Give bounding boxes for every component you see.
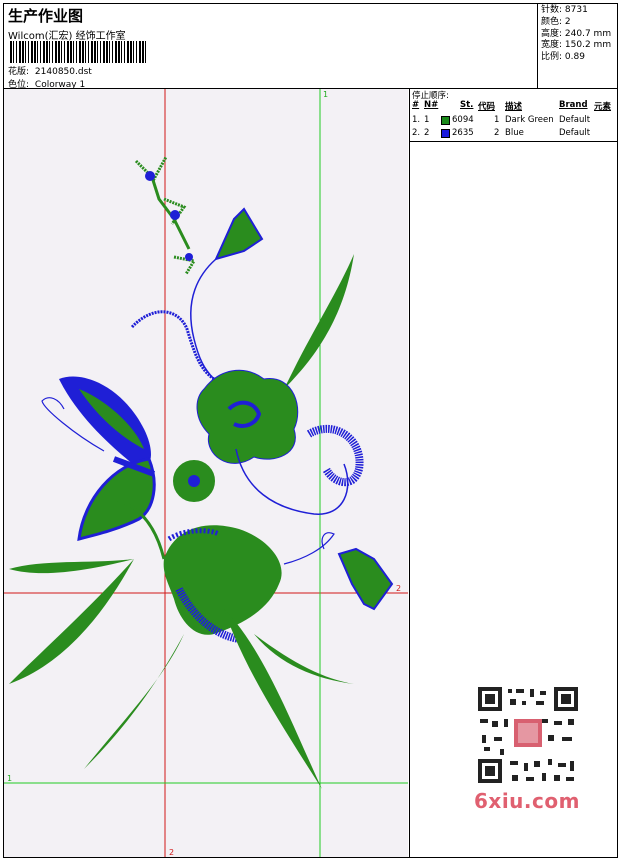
- col-header-num: #: [412, 100, 420, 110]
- stat-stitches: 针数: 8731: [541, 5, 588, 15]
- ribbon-line: [235, 448, 349, 515]
- stem: [190, 258, 217, 380]
- guide-label-h1: 1: [7, 774, 12, 783]
- col-header-brand: Brand: [559, 100, 588, 110]
- guide-label-v2: 2: [169, 848, 174, 857]
- col-header-desc: 描述: [505, 102, 523, 112]
- col-header-stitches: St.: [460, 100, 474, 110]
- leaf-left-lower: [9, 559, 134, 684]
- watermark: 6xiu.com: [474, 789, 580, 813]
- design-canvas[interactable]: 1 2 1 2: [4, 89, 408, 857]
- tulip-bottom: [337, 547, 394, 611]
- embroidery-preview: 1 2 1 2: [4, 89, 408, 857]
- color-swatch-green: [441, 116, 450, 125]
- leaf-bottom-left: [84, 634, 184, 769]
- header-panel: 生产作业图 Wilcom(汇宏) 经饰工作室 花版: 2140850.dst 色…: [4, 4, 536, 90]
- stat-height: 高度: 240.7 mm: [541, 28, 612, 39]
- stat-width: 宽度: 150.2 mm: [541, 40, 612, 51]
- main-flower: [196, 369, 299, 464]
- guide-label-h2: 2: [396, 584, 401, 593]
- design-file-row: 花版: 2140850.dst: [8, 64, 92, 77]
- col-header-code: 代码: [478, 102, 496, 112]
- tulip-top: [214, 207, 264, 261]
- page-subtitle: Wilcom(汇宏) 经饰工作室: [8, 31, 126, 42]
- guide-label-v1: 1: [323, 90, 328, 99]
- design-file-label: 花版:: [8, 67, 30, 77]
- blue-arc: [130, 310, 215, 381]
- page-title: 生产作业图: [8, 7, 84, 25]
- design-file-value: 2140850.dst: [34, 67, 92, 77]
- col-header-n: N#: [424, 100, 439, 110]
- qr-code: [470, 683, 586, 788]
- blue-ribbon-loop: [306, 425, 364, 487]
- leaf-right-top: [284, 254, 354, 389]
- col-header-element: 元素: [594, 102, 612, 112]
- stem-right: [283, 532, 335, 565]
- blue-bud: [185, 253, 193, 261]
- color-swatch-blue: [441, 129, 450, 138]
- stop-sequence-panel: 停止顺序: # N# St. 代码 描述 Brand 元素 1. 1 6094 …: [409, 88, 618, 142]
- blue-bud: [145, 171, 155, 181]
- leaf-bottom: [224, 609, 322, 789]
- stat-colors: 颜色: 2: [541, 16, 571, 27]
- butterfly-wing-upper: [59, 376, 151, 469]
- stop-row[interactable]: 1. 1 6094 1 Dark Green Default: [410, 115, 619, 126]
- leaf-left: [9, 559, 134, 574]
- qr-code-graphic: [470, 683, 586, 788]
- bottom-flower: [163, 525, 282, 635]
- stop-row[interactable]: 2. 2 2635 2 Blue Default: [410, 128, 619, 139]
- stats-panel: 针数: 8731 颜色: 2 高度: 240.7 mm 宽度: 150.2 mm…: [537, 4, 617, 88]
- blue-bud: [170, 210, 180, 220]
- stat-scale: 比例: 0.89: [541, 52, 585, 63]
- small-flower-center: [188, 475, 200, 487]
- barcode: [10, 41, 146, 63]
